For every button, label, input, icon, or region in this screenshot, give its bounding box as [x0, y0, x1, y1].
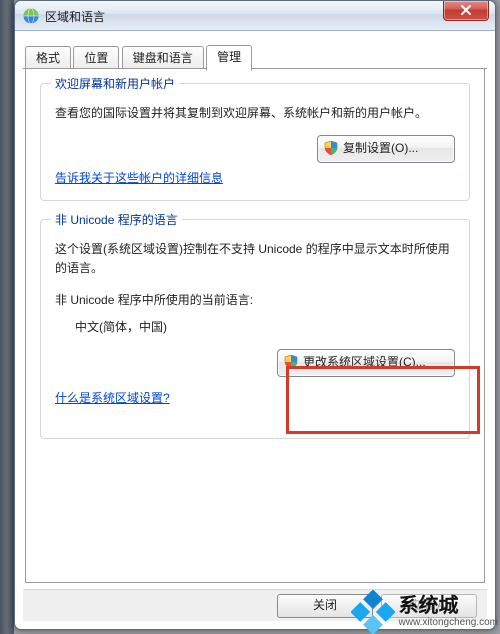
title-bar: 区域和语言	[15, 1, 495, 31]
group-non-unicode: 非 Unicode 程序的语言 这个设置(系统区域设置)控制在不支持 Unico…	[40, 219, 470, 439]
uac-shield-icon	[284, 355, 298, 369]
tab-format[interactable]: 格式	[25, 46, 71, 69]
current-language-value: 中文(简体，中国)	[75, 318, 455, 335]
link-what-is-system-locale[interactable]: 什么是系统区域设置?	[55, 389, 455, 406]
background-left-strip	[0, 0, 14, 634]
client-area: 格式 位置 键盘和语言 管理 欢迎屏幕和新用户帐户 查看您的国际设置并将其复制到…	[23, 39, 487, 585]
tab-location[interactable]: 位置	[73, 46, 119, 69]
close-icon	[460, 4, 472, 18]
dialog-apply-button: 应用(A)	[381, 594, 477, 618]
copy-settings-label: 复制设置(O)...	[343, 141, 418, 155]
tab-keyboard-language[interactable]: 键盘和语言	[122, 46, 204, 69]
copy-settings-button[interactable]: 复制设置(O)...	[317, 135, 455, 163]
current-language-label: 非 Unicode 程序中所使用的当前语言:	[55, 291, 455, 308]
dialog-button-bar: 关闭 应用(A)	[23, 589, 487, 621]
window-title: 区域和语言	[45, 8, 105, 25]
group-desc-non-unicode: 这个设置(系统区域设置)控制在不支持 Unicode 的程序中显示文本时所使用的…	[55, 240, 455, 278]
tab-page-administrative: 欢迎屏幕和新用户帐户 查看您的国际设置并将其复制到欢迎屏幕、系统帐户和新的用户帐…	[25, 69, 485, 583]
tab-strip: 格式 位置 键盘和语言 管理	[23, 45, 487, 69]
change-system-locale-button[interactable]: 更改系统区域设置(C)...	[277, 349, 455, 377]
dialog-close-button[interactable]: 关闭	[277, 594, 373, 618]
group-legend-non-unicode: 非 Unicode 程序的语言	[51, 211, 182, 228]
uac-shield-icon	[324, 141, 338, 155]
dialog-window: 区域和语言 格式 位置 键盘和语言 管理 欢迎屏幕和新用户帐户 查看您的国际设置…	[14, 0, 496, 630]
change-system-locale-label: 更改系统区域设置(C)...	[303, 355, 426, 369]
group-legend-welcome: 欢迎屏幕和新用户帐户	[51, 75, 179, 92]
link-accounts-info[interactable]: 告诉我关于这些帐户的详细信息	[55, 169, 455, 186]
app-icon	[23, 8, 39, 24]
close-button[interactable]	[443, 1, 489, 21]
tab-administrative[interactable]: 管理	[206, 45, 252, 71]
group-desc-welcome: 查看您的国际设置并将其复制到欢迎屏幕、系统帐户和新的用户帐户。	[55, 104, 455, 123]
group-welcome-accounts: 欢迎屏幕和新用户帐户 查看您的国际设置并将其复制到欢迎屏幕、系统帐户和新的用户帐…	[40, 83, 470, 201]
